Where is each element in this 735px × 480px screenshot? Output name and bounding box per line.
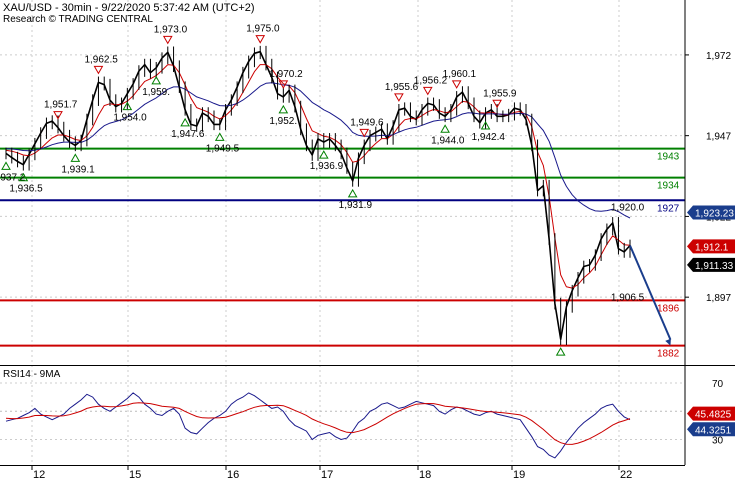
low-label-11: 1,952. [269, 116, 297, 127]
chart-credit: Research © TRADING CENTRAL [3, 14, 153, 25]
low-label-14: 1,931.9 [339, 200, 373, 211]
low-label-18: 1,944.0 [431, 135, 465, 146]
low-label-0: 1,937.2 [0, 172, 26, 183]
level-label-1934: 1934 [657, 181, 680, 192]
high-label-10: 1,975.0 [246, 24, 280, 35]
high-label-4: 1,962.5 [84, 54, 118, 65]
rsi-tag-label-0: 45.4825 [695, 410, 732, 421]
low-label-20: 1,942.4 [472, 132, 506, 143]
low-label-9: 1,949.5 [206, 143, 240, 154]
time-tick-label-0: 12 [33, 469, 45, 480]
low-label-8: 1,947.6 [171, 129, 205, 140]
time-tick-label-6: 22 [620, 469, 632, 480]
price-tag-label-1: 1,912.1 [695, 242, 729, 253]
target-label-23: 1,920.0 [611, 202, 645, 213]
low-label-5: 1,954.0 [113, 113, 147, 124]
high-label-19: 1,960.1 [443, 69, 477, 80]
high-label-12: 1,970.2 [269, 69, 303, 80]
time-tick-label-2: 16 [227, 469, 239, 480]
high-label-7: 1,973.0 [154, 24, 188, 35]
high-label-2: 1,951.7 [44, 100, 78, 111]
high-label-21: 1,955.9 [483, 88, 517, 99]
low-label-6: 1,959. [142, 87, 170, 98]
price-tick-label-3: 1,897 [706, 293, 731, 304]
price-tick-label-1: 1,947 [706, 132, 731, 143]
time-tick-label-4: 18 [419, 469, 431, 480]
level-label-1896: 1896 [657, 303, 680, 314]
price-tag-label-0: 1,923.23 [695, 208, 734, 219]
rsi-tag-label-1: 44.3251 [695, 425, 732, 436]
chart-svg: 1943 1934 1927 1896 1882 1,937.21,936.5 1,951… [0, 0, 735, 480]
time-tick-label-3: 17 [321, 469, 333, 480]
chart-background [0, 0, 735, 480]
chart-title: XAU/USD - 30min - 9/22/2020 5:37:42 AM (… [3, 2, 255, 14]
low-label-13: 1,936.9 [310, 161, 344, 172]
rsi-tick-label-1: 30 [712, 436, 724, 447]
price-tick-label-0: 1,972 [706, 51, 731, 62]
low-label-3: 1,939.1 [61, 164, 95, 175]
rsi-title: RSI14 - 9MA [3, 369, 61, 380]
price-tag-label-2: 1,911.33 [695, 261, 734, 272]
high-label-15: 1,949.6 [350, 117, 384, 128]
rsi-tick-label-0: 70 [712, 379, 724, 390]
target-label-24: 1,906.5 [611, 293, 645, 304]
time-tick-label-1: 15 [129, 469, 141, 480]
low-label-1: 1,936.5 [9, 184, 43, 195]
time-tick-label-5: 19 [513, 469, 525, 480]
level-label-1943: 1943 [657, 152, 680, 163]
level-label-1927: 1927 [657, 203, 680, 214]
level-label-1882: 1882 [657, 349, 680, 360]
